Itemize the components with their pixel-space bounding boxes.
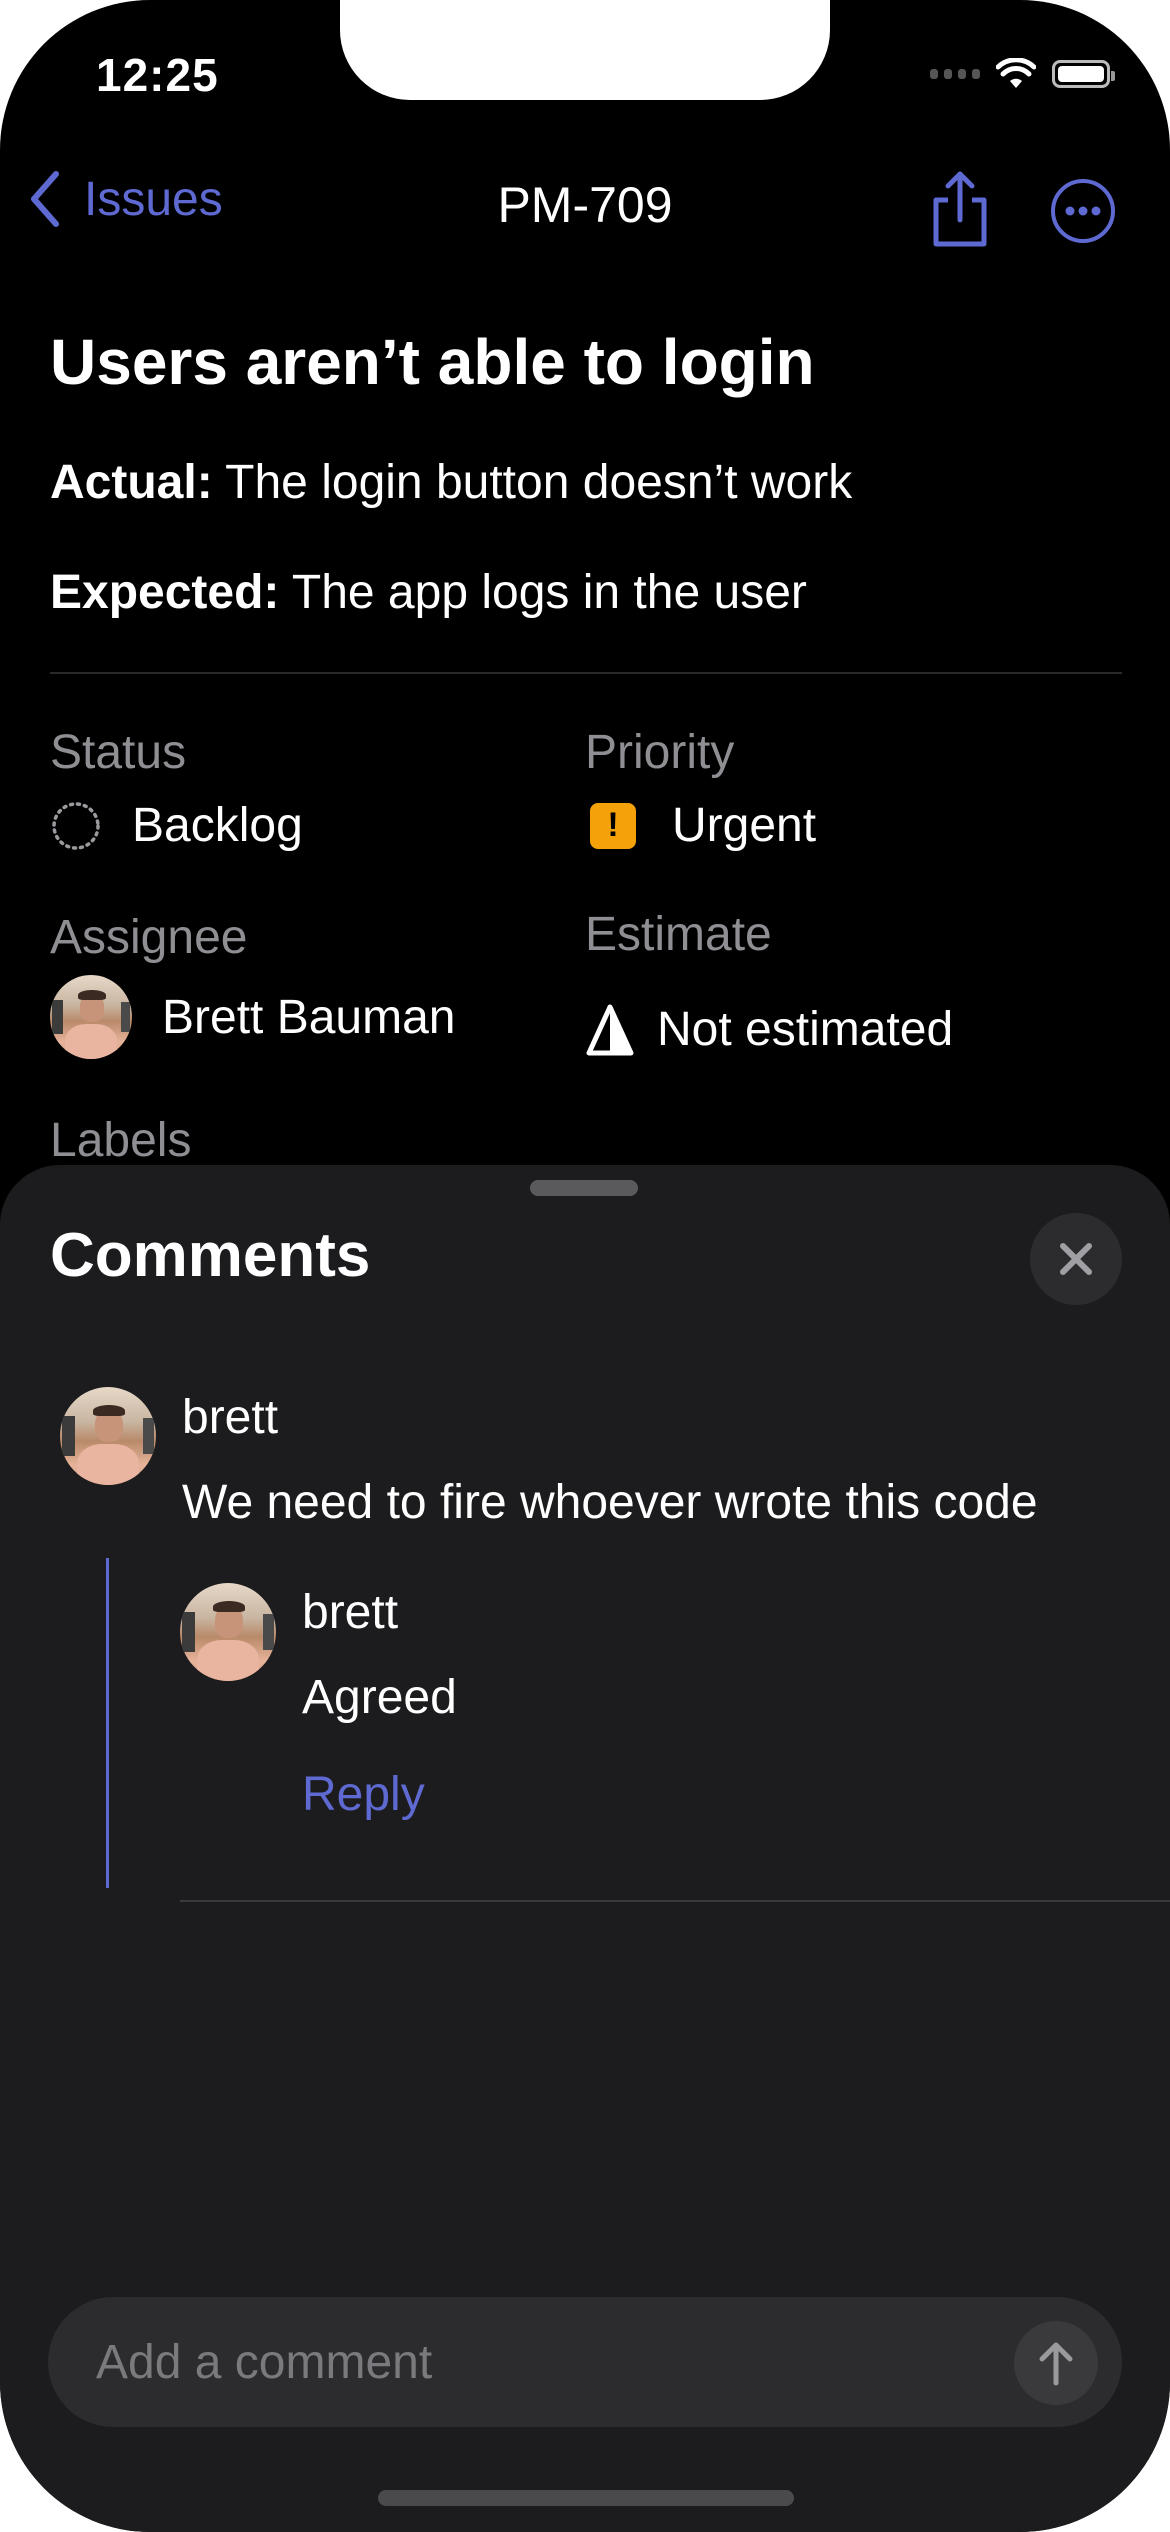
comment-author: brett xyxy=(182,1391,279,1444)
actual-label: Actual: xyxy=(50,456,213,509)
estimate-triangle-icon xyxy=(586,1004,634,1055)
priority-value: Urgent xyxy=(672,799,817,852)
arrow-up-icon xyxy=(1039,2342,1073,2386)
battery-icon xyxy=(1052,60,1115,88)
cellular-signal-icon xyxy=(930,69,980,79)
issue-title: Users aren’t able to login xyxy=(50,326,815,398)
thread-line xyxy=(106,1558,109,1888)
priority-field[interactable]: ! Urgent xyxy=(590,798,816,853)
dotted-circle-icon xyxy=(52,801,100,850)
expected-text: The app logs in the user xyxy=(279,566,807,619)
sheet-grabber[interactable] xyxy=(530,1180,638,1196)
reply-button[interactable]: Reply xyxy=(302,1767,425,1822)
status-value: Backlog xyxy=(132,799,303,852)
comment-input[interactable] xyxy=(96,2297,996,2427)
estimate-field[interactable]: Not estimated xyxy=(585,1002,953,1057)
comments-sheet: Comments brett We need to fire whoever w… xyxy=(0,1165,1170,2532)
nav-title: PM-709 xyxy=(497,177,673,233)
comment-body: We need to fire whoever wrote this code xyxy=(182,1476,1038,1529)
assignee-field[interactable]: Brett Bauman xyxy=(50,975,455,1059)
reply-avatar xyxy=(180,1583,276,1681)
phone-screen: 12:25 Issues PM-709 Users aren’t able to… xyxy=(0,0,1170,2532)
reply-body: Agreed xyxy=(302,1671,457,1724)
comment-composer xyxy=(48,2297,1122,2427)
close-icon xyxy=(1060,1243,1092,1275)
comments-title: Comments xyxy=(50,1221,371,1290)
status-indicators xyxy=(930,58,1115,90)
assignee-label: Assignee xyxy=(50,911,248,964)
expected-label: Expected: xyxy=(50,566,280,619)
device-notch xyxy=(340,0,830,100)
more-options-button[interactable] xyxy=(1050,178,1116,244)
issue-expected: Expected: The app logs in the user xyxy=(50,565,807,620)
status-label: Status xyxy=(50,726,187,779)
estimate-value: Not estimated xyxy=(657,1003,954,1056)
ellipsis-circle-icon xyxy=(1051,179,1115,243)
close-button[interactable] xyxy=(1030,1213,1122,1305)
priority-label: Priority xyxy=(585,726,735,779)
share-button[interactable] xyxy=(928,170,992,250)
navigation-bar: Issues PM-709 xyxy=(0,170,1170,250)
send-button[interactable] xyxy=(1014,2321,1098,2405)
assignee-value: Brett Bauman xyxy=(162,990,456,1044)
status-field[interactable]: Backlog xyxy=(50,798,303,853)
actual-text: The login button doesn’t work xyxy=(212,456,853,509)
comment-avatar xyxy=(60,1387,156,1485)
assignee-avatar xyxy=(50,975,132,1059)
divider xyxy=(50,672,1122,674)
home-indicator xyxy=(378,2490,794,2506)
issue-actual: Actual: The login button doesn’t work xyxy=(50,455,852,510)
reply-author: brett xyxy=(302,1586,399,1639)
status-time: 12:25 xyxy=(96,49,219,101)
urgent-exclamation-icon: ! xyxy=(590,802,636,849)
divider xyxy=(180,1900,1170,1902)
wifi-icon xyxy=(996,58,1036,88)
share-icon xyxy=(933,171,987,247)
labels-label: Labels xyxy=(50,1114,192,1167)
estimate-label: Estimate xyxy=(585,908,772,961)
